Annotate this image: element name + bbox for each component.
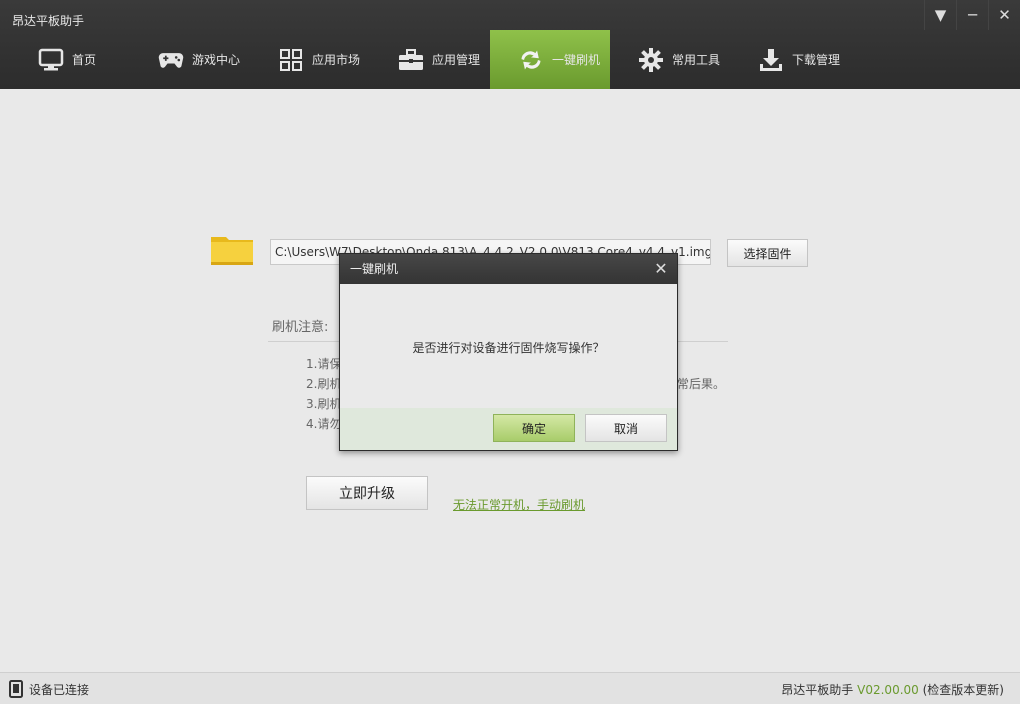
flash-icon — [518, 47, 544, 73]
dialog-message: 是否进行对设备进行固件烧写操作？ — [412, 340, 605, 355]
nav-one-click-flash[interactable]: 一键刷机 — [490, 30, 610, 89]
dialog-title: 一键刷机 — [350, 262, 399, 276]
nav-common-tools[interactable]: 常用工具 — [610, 30, 730, 89]
grid-icon — [278, 47, 304, 73]
nav-label: 常用工具 — [672, 53, 721, 67]
menu-dropdown-button[interactable]: ▼ — [924, 0, 956, 30]
dialog-footer: 确定 取消 — [340, 408, 677, 450]
notes-title: 刷机注意: — [272, 320, 329, 335]
nav-app-market[interactable]: 应用市场 — [250, 30, 370, 89]
nav-app-manage[interactable]: 应用管理 — [370, 30, 490, 89]
confirm-button[interactable]: 确定 — [493, 414, 575, 442]
version-info: 昂达平板助手 V02.00.00 (检查版本更新) — [781, 681, 1004, 698]
nav-label: 下载管理 — [792, 53, 841, 67]
note-item: 2.刷机 — [306, 377, 342, 391]
gear-icon — [638, 47, 664, 73]
download-icon — [758, 47, 784, 73]
nav-label: 游戏中心 — [192, 53, 241, 67]
dialog-header: 一键刷机 ✕ — [340, 254, 677, 284]
minimize-button[interactable]: ─ — [956, 0, 988, 30]
version-number: V02.00.00 — [857, 683, 919, 697]
nav-label: 一键刷机 — [552, 53, 601, 67]
nav-download-manage[interactable]: 下载管理 — [730, 30, 850, 89]
nav-label: 应用管理 — [432, 53, 481, 67]
confirm-dialog: 一键刷机 ✕ 是否进行对设备进行固件烧写操作？ 确定 取消 — [339, 253, 678, 451]
folder-icon[interactable] — [210, 232, 254, 269]
main-nav: 首页 游戏中心 应用市场 应用管理 一键刷机 常用工具 下载管理 — [10, 30, 850, 89]
choose-firmware-button[interactable]: 选择固件 — [727, 239, 808, 267]
note-item: 3.刷机 — [306, 397, 342, 411]
status-bar: 设备已连接 昂达平板助手 V02.00.00 (检查版本更新) — [0, 672, 1020, 704]
device-status: 设备已连接 — [29, 683, 90, 697]
cancel-button[interactable]: 取消 — [585, 414, 667, 442]
gamepad-icon — [158, 47, 184, 73]
status-app-name: 昂达平板助手 — [781, 683, 854, 697]
manual-flash-link[interactable]: 无法正常开机，手动刷机 — [453, 496, 585, 513]
close-button[interactable]: ✕ — [988, 0, 1020, 30]
nav-label: 首页 — [72, 53, 97, 67]
note-item: 4.请勿 — [306, 417, 342, 431]
tablet-icon — [9, 680, 23, 701]
check-update-link[interactable]: (检查版本更新) — [923, 683, 1004, 697]
dialog-close-icon[interactable]: ✕ — [651, 254, 671, 284]
title-bar: 昂达平板助手 ▼ ─ ✕ 首页 游戏中心 应用市场 应用管理 一键刷机 常用工具… — [0, 0, 1020, 89]
nav-label: 应用市场 — [312, 53, 361, 67]
nav-home[interactable]: 首页 — [10, 30, 130, 89]
window-controls: ▼ ─ ✕ — [924, 0, 1020, 30]
app-title: 昂达平板助手 — [12, 14, 85, 28]
nav-game-center[interactable]: 游戏中心 — [130, 30, 250, 89]
note-item-tail: 常后果。 — [677, 377, 726, 391]
note-item: 1.请保 — [306, 357, 342, 371]
monitor-icon — [38, 47, 64, 73]
toolbox-icon — [398, 47, 424, 73]
upgrade-now-button[interactable]: 立即升级 — [306, 476, 428, 510]
